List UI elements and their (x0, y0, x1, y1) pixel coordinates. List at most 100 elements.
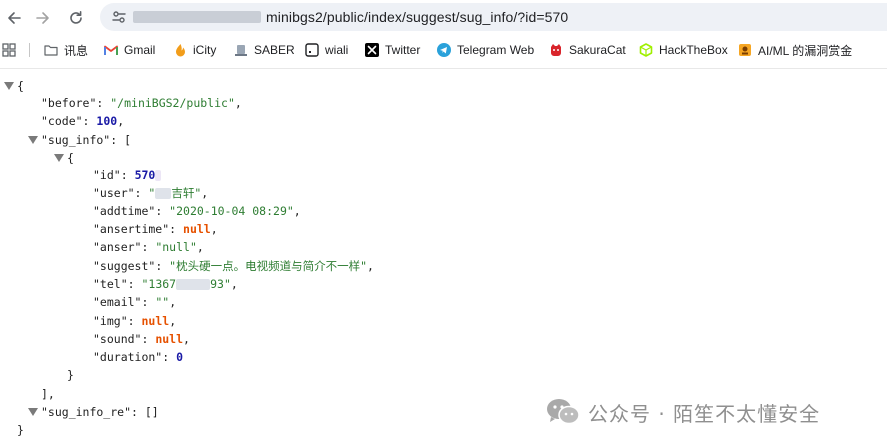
json-string-value: "/miniBGS2/public" (110, 96, 235, 110)
json-number-value: 0 (176, 350, 184, 364)
json-key: "addtime" (93, 204, 156, 218)
bookmark-label: iCity (193, 43, 217, 57)
x-icon (365, 43, 379, 57)
json-key: "sound" (93, 332, 142, 346)
reload-icon[interactable] (64, 6, 88, 30)
collapse-toggle-icon[interactable] (28, 408, 38, 416)
json-key: "id" (93, 168, 121, 182)
json-line-anser: "anser": "null", (93, 240, 204, 254)
browser-toolbar: minibgs2/public/index/suggest/sug_info/?… (0, 0, 887, 36)
redaction-block (155, 170, 162, 181)
back-arrow-icon[interactable] (2, 6, 26, 30)
bookmark-label: wiali (325, 43, 349, 57)
json-line-code: "code": 100, (41, 114, 125, 128)
bookmark-wiali[interactable]: wiali (305, 40, 348, 60)
bookmarks-bar: 讯息 Gmail iCity SABER wiali Twitter Teleg… (0, 36, 887, 64)
json-key: "code" (41, 114, 83, 128)
bookmark-label: 讯息 (64, 43, 89, 58)
collapse-toggle-icon[interactable] (4, 82, 14, 90)
bookmark-xunxi[interactable]: 讯息 (44, 40, 88, 60)
json-number-value: 100 (96, 114, 118, 128)
json-string-value: 吉轩" (171, 186, 202, 200)
json-line-sug-info: "sug_info": [ (41, 133, 132, 147)
json-line-ansertime: "ansertime": null, (93, 222, 218, 236)
bookmark-ai-ml-bounty[interactable]: AI/ML 的漏洞赏金 (738, 40, 852, 60)
json-key: "anser" (93, 240, 142, 254)
icity-icon (173, 43, 187, 57)
json-line-sound: "sound": null, (93, 332, 190, 346)
bookmark-label: Twitter (385, 43, 421, 57)
json-null-value: null (155, 332, 184, 346)
address-bar[interactable]: minibgs2/public/index/suggest/sug_info/?… (100, 3, 887, 31)
bounty-icon (738, 43, 752, 57)
json-line-id: "id": 570 (93, 166, 162, 184)
bookmarks-separator (29, 43, 30, 57)
json-key: "ansertime" (93, 222, 170, 236)
json-line-sug-info-re: "sug_info_re": [] (41, 405, 159, 419)
json-key: "img" (93, 314, 128, 328)
json-line-user: "user": " 吉轩", (93, 186, 209, 200)
bookmark-label: HackTheBox (659, 43, 728, 57)
json-key: "duration" (93, 350, 163, 364)
json-key: "before" (41, 96, 97, 110)
collapse-toggle-icon[interactable] (54, 154, 64, 162)
browser-window: minibgs2/public/index/suggest/sug_info/?… (0, 0, 887, 447)
bookmark-telegram[interactable]: Telegram Web (437, 40, 534, 60)
json-string-value: "枕头硬一点。电视频道与简介不一样" (169, 259, 368, 273)
bookmark-label: AI/ML 的漏洞赏金 (758, 43, 853, 58)
json-key: "user" (93, 186, 135, 200)
site-info-icon[interactable] (111, 9, 127, 25)
bookmark-hackthebox[interactable]: HackTheBox (639, 40, 728, 60)
folder-icon (44, 43, 58, 57)
json-array-close: ], (41, 387, 55, 401)
json-root-close: } (17, 423, 24, 437)
json-root-open: { (17, 79, 24, 93)
bookmark-saber[interactable]: SABER (234, 40, 295, 60)
json-empty-array: [] (144, 405, 159, 419)
json-item-close: } (67, 368, 74, 382)
bookmark-label: Gmail (124, 43, 156, 57)
json-number-value: 570 (134, 168, 156, 182)
json-line-img: "img": null, (93, 314, 177, 328)
wechat-logo-icon (547, 399, 580, 425)
json-item-open: { (67, 151, 74, 165)
url-redaction (133, 11, 261, 23)
json-string-value: "" (155, 295, 170, 309)
bookmark-label: Telegram Web (457, 43, 535, 57)
json-line-before: "before": "/miniBGS2/public", (41, 96, 242, 110)
redaction-block (155, 188, 172, 199)
json-key: "email" (93, 295, 142, 309)
json-key: "tel" (93, 277, 128, 291)
bookmark-label: SakuraCat (569, 43, 626, 57)
forward-arrow-icon[interactable] (31, 6, 55, 30)
saber-icon (234, 43, 248, 57)
apps-grid-icon[interactable] (2, 43, 16, 57)
json-null-value: null (141, 314, 170, 328)
json-string-value: "2020-10-04 08:29" (169, 204, 294, 218)
json-line-suggest: "suggest": "枕头硬一点。电视频道与简介不一样", (93, 259, 374, 273)
watermark: 公众号 · 陌笙不太懂安全 (546, 397, 820, 427)
json-key: "sug_info_re" (41, 405, 132, 419)
gmail-icon (104, 43, 118, 57)
sakuracat-icon (549, 43, 563, 57)
bookmark-icity[interactable]: iCity (173, 40, 216, 60)
watermark-text: 公众号 · 陌笙不太懂安全 (588, 401, 821, 426)
bookmark-sakuracat[interactable]: SakuraCat (549, 40, 626, 60)
url-text[interactable]: minibgs2/public/index/suggest/sug_info/?… (266, 9, 568, 25)
collapse-toggle-icon[interactable] (28, 136, 38, 144)
json-line-duration: "duration": 0 (93, 350, 184, 364)
bookmark-twitter[interactable]: Twitter (365, 40, 420, 60)
hackthebox-icon (639, 43, 653, 57)
json-line-tel: "tel": "1367 93", (93, 277, 238, 291)
json-null-value: null (183, 222, 211, 236)
json-key: "sug_info" (41, 133, 111, 147)
json-line-email: "email": "", (93, 295, 177, 309)
wiali-icon (305, 43, 319, 57)
redaction-block (176, 279, 211, 290)
json-string-value: "null" (155, 240, 197, 254)
telegram-icon (437, 43, 451, 57)
json-line-addtime: "addtime": "2020-10-04 08:29", (93, 204, 301, 218)
bookmark-label: SABER (254, 43, 295, 57)
bookmark-gmail[interactable]: Gmail (104, 40, 155, 60)
json-string-value: 93" (210, 277, 231, 291)
